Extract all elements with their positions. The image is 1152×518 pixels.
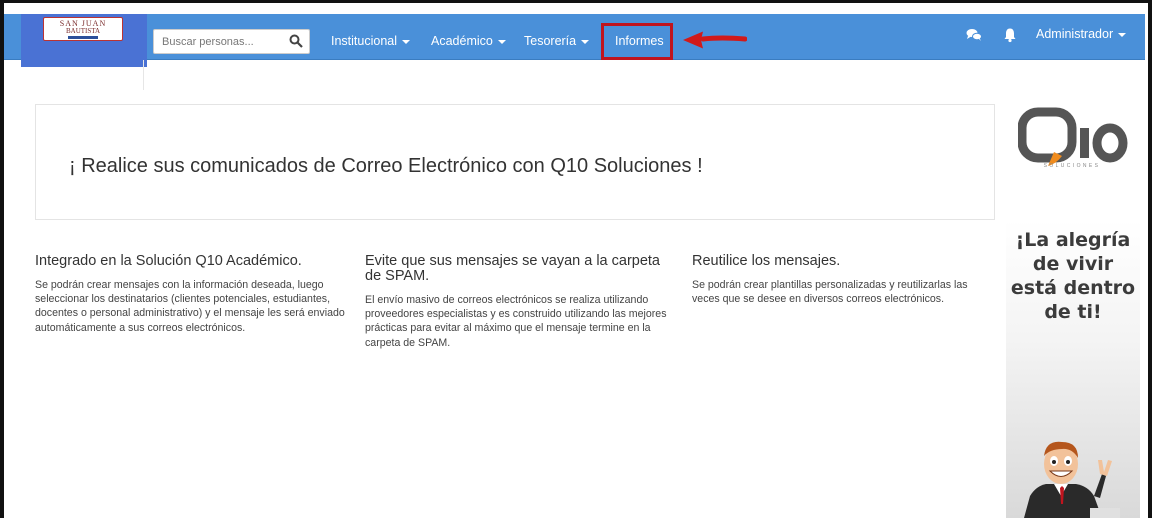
- q10-subtitle: SOLUCIONES: [1043, 163, 1101, 169]
- caret-down-icon: [1118, 32, 1127, 37]
- promo-line: ¡La alegría: [1015, 229, 1131, 251]
- caret-down-icon: [497, 39, 506, 44]
- search-box: [153, 29, 310, 54]
- feature-title: Reutilice los mensajes.: [692, 253, 841, 269]
- promo-text: ¡La alegría de vivir está dentro de ti!: [1006, 228, 1140, 324]
- menu-institucional[interactable]: Institucional: [331, 28, 411, 54]
- feature-title: Integrado en la Solución Q10 Académico.: [35, 253, 302, 269]
- menu-tesoreria[interactable]: Tesorería: [524, 28, 590, 54]
- logo-line-2: BAUTISTA: [65, 26, 101, 35]
- feature-text: Se podrán crear mensajes con la informac…: [35, 279, 345, 334]
- search-icon[interactable]: [289, 34, 303, 48]
- red-arrow-annotation: [683, 31, 747, 49]
- caret-down-icon: [581, 39, 590, 44]
- divider: [143, 60, 144, 90]
- menu-label: Tesorería: [524, 34, 577, 48]
- user-menu[interactable]: Administrador: [1036, 27, 1127, 41]
- informes-highlight-box: [601, 23, 673, 60]
- promo-line: de vivir: [1032, 253, 1114, 275]
- logo-decoration: [68, 35, 98, 39]
- chat-icon[interactable]: [966, 27, 982, 43]
- caret-down-icon: [402, 39, 411, 44]
- feature-text: Se podrán crear plantillas personalizada…: [692, 279, 968, 306]
- promo-line: de ti!: [1044, 301, 1102, 323]
- menu-academico[interactable]: Académico: [431, 28, 506, 54]
- top-navbar: SAN JUAN BAUTISTA Institucional Académic…: [4, 14, 1145, 67]
- feature-title: Evite que sus mensajes se vayan a la car…: [365, 253, 660, 284]
- search-input[interactable]: [154, 30, 284, 53]
- school-logo: SAN JUAN BAUTISTA: [43, 17, 123, 41]
- menu-label: Institucional: [331, 34, 398, 48]
- user-name: Administrador: [1036, 27, 1114, 41]
- hero-title: ¡ Realice sus comunicados de Correo Elec…: [69, 155, 703, 177]
- feature-spam: Evite que sus mensajes se vayan a la car…: [365, 254, 675, 350]
- feature-integrado: Integrado en la Solución Q10 Académico. …: [35, 254, 345, 335]
- menu-label: Académico: [431, 34, 493, 48]
- hero-banner: ¡ Realice sus comunicados de Correo Elec…: [35, 104, 995, 220]
- happy-man-illustration: [1024, 441, 1120, 518]
- feature-reutilice: Reutilice los mensajes. Se podrán crear …: [692, 254, 997, 306]
- bell-icon[interactable]: [1002, 27, 1018, 43]
- promo-line: está dentro: [1010, 277, 1136, 299]
- logo-area[interactable]: SAN JUAN BAUTISTA: [21, 14, 147, 67]
- feature-text: El envío masivo de correos electrónicos …: [365, 294, 667, 349]
